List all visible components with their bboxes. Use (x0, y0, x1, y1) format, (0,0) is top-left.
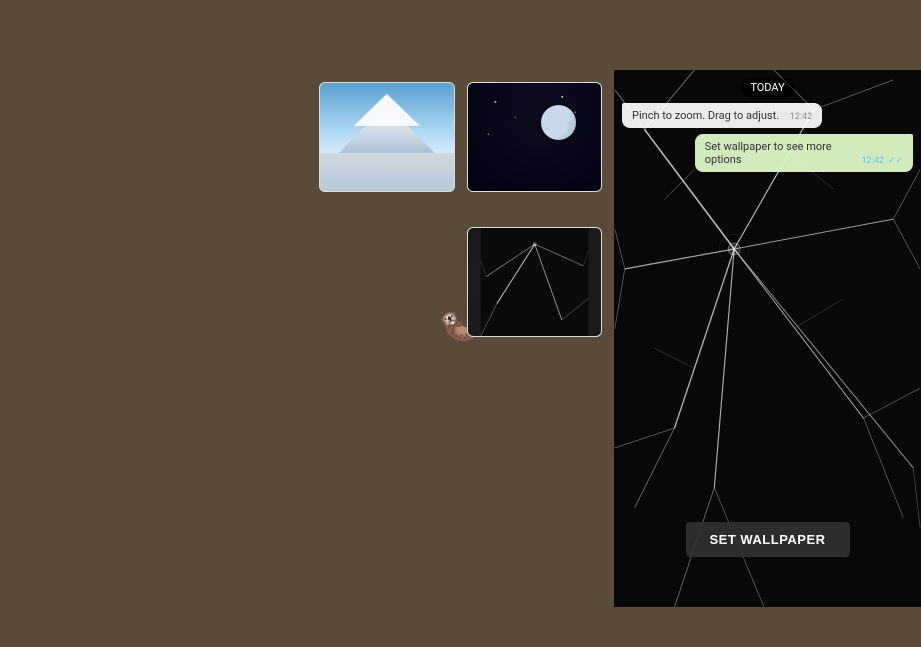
mountain-snow (353, 94, 420, 126)
myphotos-thumb (467, 227, 603, 337)
wallpaper-grid: 😈 ☂️ 🐉 🧽 (0, 110, 307, 607)
wallpapers-panel: 12:43 ⏰ ▲ ▼ 🔋 74% ≡ Wallpapers 🔍 HOME CA… (0, 0, 307, 647)
received-bubble-1: Pinch to zoom. Drag to adjust. 12:42 (622, 103, 822, 128)
bright-thumb (319, 82, 455, 192)
bubble-time-2: 12:42 (861, 156, 883, 166)
sent-bubble-1: Set wallpaper to see more options 12:42 … (695, 134, 913, 172)
crack-pattern (468, 228, 602, 336)
bubble-text-1: Pinch to zoom. Drag to adjust. (632, 109, 779, 122)
bubble-text-2: Set wallpaper to see more options (705, 140, 858, 166)
dark-thumb: ● ● ● ● ● (467, 82, 603, 192)
wallpaper-item[interactable]: 🦦 (0, 110, 307, 607)
set-wallpaper-button[interactable]: SET WALLPAPER (685, 522, 849, 557)
bubble-time-1: 12:42 (790, 112, 812, 122)
sent-bubble-wrapper: Set wallpaper to see more options 12:42 … (622, 134, 913, 172)
date-badge: TODAY (740, 78, 794, 97)
preview-panel: 12:43 ⏰ ▲ ▼ 🔋 74% ← Preview (614, 0, 921, 647)
double-check-icon: ✓✓ (888, 156, 903, 166)
chat-overlay: TODAY Pinch to zoom. Drag to adjust. 12:… (614, 70, 921, 172)
stars: ● ● ● ● ● (468, 83, 602, 191)
preview-area: TODAY Pinch to zoom. Drag to adjust. 12:… (614, 70, 921, 607)
